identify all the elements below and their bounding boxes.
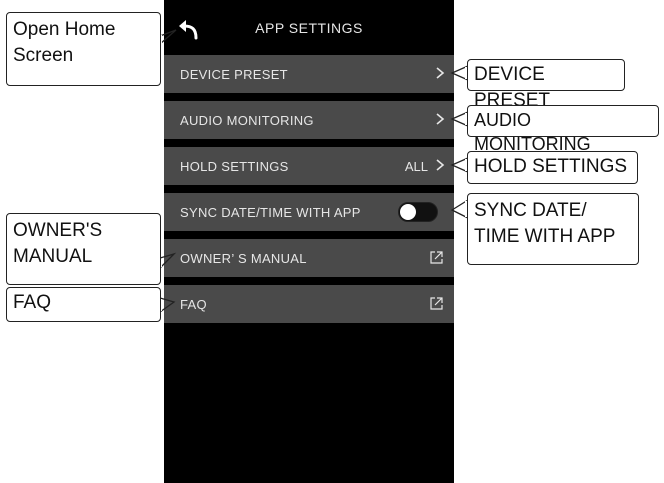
callout-hold-settings: HOLD SETTINGS	[467, 151, 638, 184]
audio-monitoring-row[interactable]: AUDIO MONITORING	[164, 101, 454, 139]
external-link-icon	[430, 297, 443, 310]
app-settings-screen: APP SETTINGS DEVICE PRESET AUDIO MONITOR…	[164, 0, 454, 483]
callout-owners-manual: OWNER'S MANUAL	[6, 213, 161, 285]
owners-manual-row[interactable]: OWNER’ S MANUAL	[164, 239, 454, 277]
hold-settings-row[interactable]: HOLD SETTINGS ALL	[164, 147, 454, 185]
sync-date-time-row: SYNC DATE/TIME WITH APP	[164, 193, 454, 231]
faq-row[interactable]: FAQ	[164, 285, 454, 323]
page-title: APP SETTINGS	[255, 20, 363, 36]
callout-device-preset: DEVICE PRESET	[467, 59, 625, 111]
row-label: FAQ	[180, 297, 207, 312]
top-bar: APP SETTINGS	[164, 0, 454, 56]
row-label: OWNER’ S MANUAL	[180, 251, 307, 266]
callout-audio-monitoring: AUDIO MONITORING	[467, 105, 659, 154]
row-label: DEVICE PRESET	[180, 67, 288, 82]
sync-date-time-toggle[interactable]	[398, 202, 438, 222]
external-link-icon	[430, 251, 443, 264]
callout-faq: FAQ	[6, 287, 161, 322]
row-label: SYNC DATE/TIME WITH APP	[180, 205, 361, 220]
callout-open-home: Open Home Screen	[6, 12, 161, 86]
device-preset-row[interactable]: DEVICE PRESET	[164, 55, 454, 93]
chevron-right-icon	[436, 67, 445, 79]
chevron-right-icon	[436, 113, 445, 125]
row-label: AUDIO MONITORING	[180, 113, 314, 128]
hold-settings-value: ALL	[404, 159, 428, 174]
chevron-right-icon	[436, 159, 445, 171]
toggle-knob	[400, 204, 416, 220]
callout-sync-date-time: SYNC DATE/ TIME WITH APP	[467, 193, 639, 265]
row-label: HOLD SETTINGS	[180, 159, 289, 174]
